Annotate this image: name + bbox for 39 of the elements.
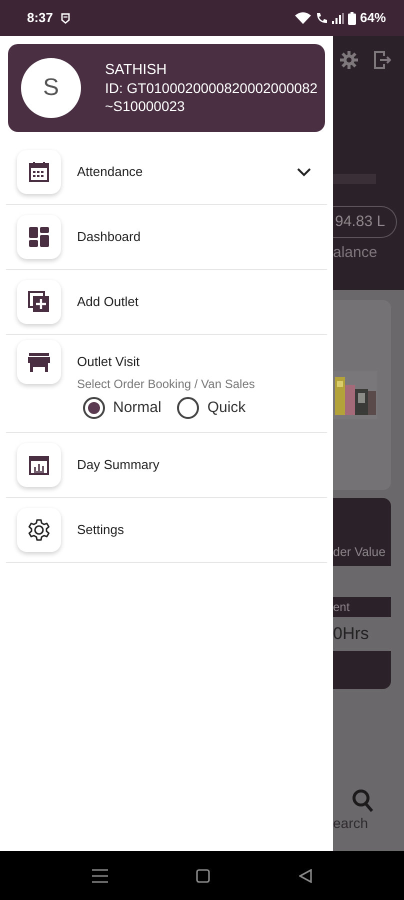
action-panel <box>333 650 391 688</box>
radio-button[interactable] <box>83 397 105 420</box>
shield-icon <box>61 12 70 24</box>
settings-icon <box>340 51 358 69</box>
radio-label[interactable]: Normal <box>113 397 162 420</box>
user-id: ID: GT0100020000820002000082~S10000023 <box>105 79 319 115</box>
store-icon <box>27 350 51 374</box>
call-icon <box>314 12 328 24</box>
recent-apps-icon[interactable] <box>92 868 108 882</box>
radio-label[interactable]: Quick <box>207 397 246 420</box>
add-icon <box>27 290 51 314</box>
logout-icon <box>374 51 391 69</box>
hint-text: Select Order Booking / Van Sales <box>77 376 256 393</box>
avatar: S <box>21 58 81 118</box>
calendar-icon <box>27 160 51 184</box>
search-icon[interactable] <box>352 788 374 812</box>
menu-item[interactable]: Add Outlet <box>77 292 138 312</box>
menu-item[interactable]: Day Summary <box>77 454 160 474</box>
home-icon[interactable] <box>196 868 210 882</box>
strip-label: ent <box>333 599 350 616</box>
user-name: SATHISH <box>105 61 168 79</box>
menu-item[interactable]: Dashboard <box>77 227 141 247</box>
settings-icon <box>27 518 51 542</box>
radio-button[interactable] <box>177 397 200 420</box>
battery-icon <box>348 12 356 24</box>
menu-item[interactable]: Outlet Visit <box>77 352 140 372</box>
amount-pill: 94.83 L <box>333 206 397 238</box>
clock-time: 8:37 <box>27 9 54 28</box>
dashboard-icon <box>27 225 51 249</box>
menu-item[interactable]: Attendance <box>77 162 143 182</box>
signal-icon <box>332 12 344 24</box>
wifi-icon <box>294 12 311 24</box>
order-value-label: der Value <box>333 544 386 562</box>
balance-label: alance <box>333 243 378 263</box>
battery-level: 64% <box>360 9 386 28</box>
hours-value: 0Hrs <box>333 623 370 645</box>
back-icon[interactable] <box>298 868 312 882</box>
menu-item[interactable]: Settings <box>77 520 124 540</box>
chevron-down-icon[interactable] <box>297 168 311 176</box>
